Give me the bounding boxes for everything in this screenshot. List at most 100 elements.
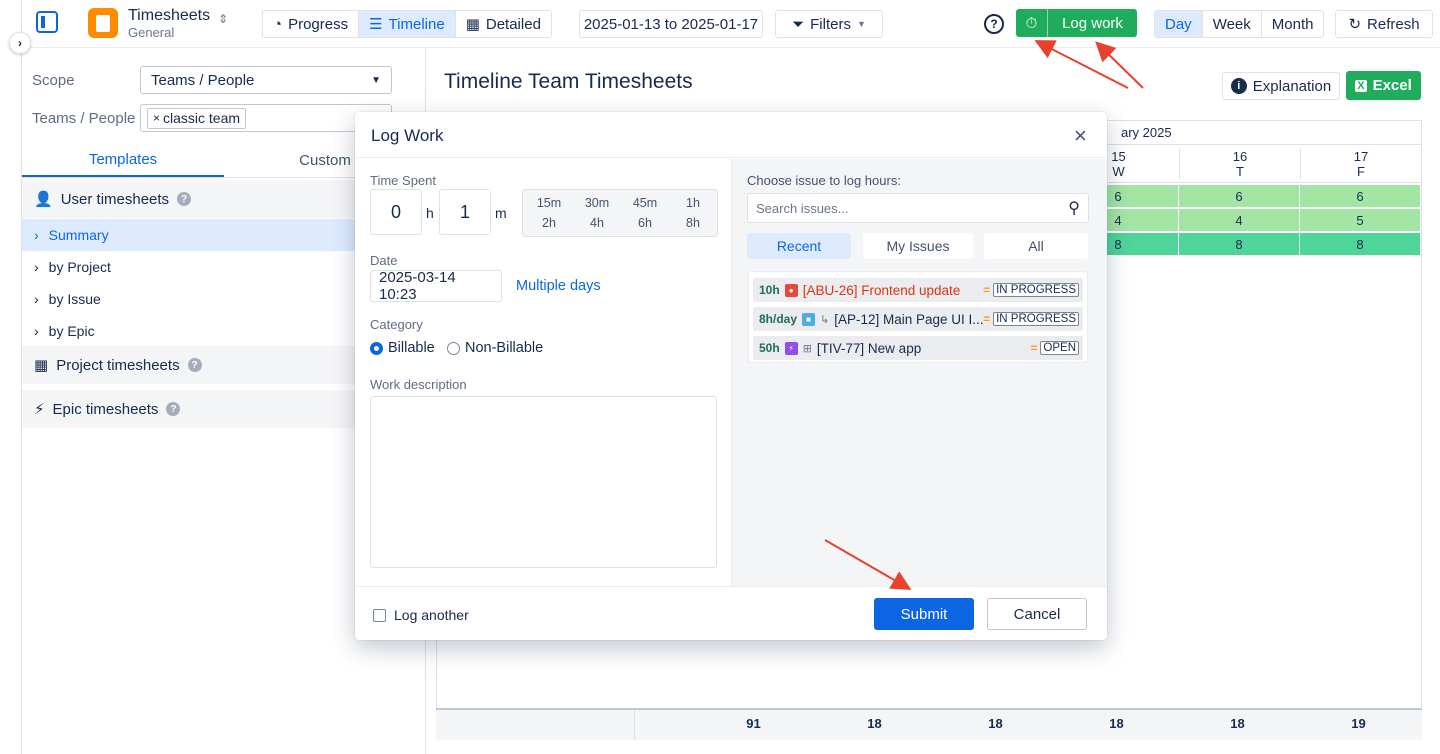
issue-search-input[interactable]: Search issues... ⚲	[747, 193, 1089, 223]
grid-cell[interactable]: 4	[1179, 209, 1299, 231]
close-icon[interactable]: ×	[1074, 123, 1087, 149]
description-textarea[interactable]	[370, 396, 717, 568]
category-label: Category	[370, 317, 423, 332]
non-billable-radio[interactable]: Non-Billable	[447, 340, 543, 356]
status-badge: OPEN	[1040, 341, 1079, 355]
user-icon: 👤	[34, 191, 53, 208]
minutes-input[interactable]: 1	[439, 189, 491, 235]
tab-progress[interactable]: ◔ Progress	[263, 11, 360, 37]
issue-list: 10h ● [ABU-26] Frontend update = IN PROGR…	[748, 271, 1088, 363]
preset-1h[interactable]: 1h	[669, 196, 717, 210]
time-presets: 15m 30m 45m 1h 2h 4h 6h 8h	[522, 189, 718, 237]
chevron-right-icon: ›	[34, 227, 39, 243]
dialog-header: Log Work ×	[355, 112, 1107, 158]
excel-export-button[interactable]: X Excel	[1346, 71, 1421, 100]
tab-detailed[interactable]: ▦ Detailed	[456, 11, 551, 37]
list-icon: ☰	[369, 16, 383, 33]
explanation-button[interactable]: i Explanation	[1222, 72, 1340, 100]
hierarchy-icon: ⊞	[802, 342, 812, 355]
date-input[interactable]: 2025-03-14 10:23	[370, 269, 502, 303]
help-icon[interactable]: ?	[177, 192, 192, 206]
day-header-17: 17 F	[1300, 149, 1421, 179]
app-logo-icon	[88, 8, 118, 38]
preset-4h[interactable]: 4h	[573, 216, 621, 230]
filters-button[interactable]: ⏷ Filters ▼	[775, 10, 883, 38]
list-item[interactable]: 50h ⚡ ⊞ [TIV-77] New app = OPEN	[753, 336, 1083, 360]
left-rail	[0, 0, 22, 754]
preset-30m[interactable]: 30m	[573, 196, 621, 210]
tab-all[interactable]: All	[984, 233, 1088, 259]
grid-cell[interactable]: 6	[1179, 185, 1299, 207]
tab-recent[interactable]: Recent	[747, 233, 851, 259]
app-title: Timesheets	[128, 7, 211, 24]
filter-icon: ⏷	[792, 15, 805, 33]
tab-my-issues[interactable]: My Issues	[863, 233, 973, 259]
total-cell: 19	[1351, 716, 1366, 731]
multiple-days-link[interactable]: Multiple days	[516, 278, 601, 294]
chevron-down-icon: ▼	[856, 19, 866, 29]
grid-icon: ▦	[465, 16, 480, 33]
preset-15m[interactable]: 15m	[525, 196, 573, 210]
preset-6h[interactable]: 6h	[621, 216, 669, 230]
preset-45m[interactable]: 45m	[621, 196, 669, 210]
radio-unchecked-icon	[447, 341, 460, 355]
grid-cell[interactable]: 8	[1300, 233, 1420, 255]
info-icon: i	[1230, 78, 1247, 94]
date-range-picker[interactable]: 2025-01-13 to 2025-01-17	[579, 10, 763, 38]
epic-icon: ⚡	[784, 341, 798, 355]
dialog-title: Log Work	[371, 126, 444, 145]
expand-sidebar-button[interactable]: ›	[9, 32, 31, 54]
help-icon[interactable]: ?	[187, 358, 202, 372]
sidebar-collapse-icon[interactable]	[36, 11, 58, 33]
priority-medium-icon: =	[1030, 341, 1038, 355]
billable-radio[interactable]: Billable	[370, 340, 435, 356]
help-icon[interactable]: ?	[166, 402, 181, 416]
period-day[interactable]: Day	[1155, 11, 1203, 37]
issue-picker: Choose issue to log hours: Search issues…	[731, 159, 1107, 586]
grid-cell[interactable]: 5	[1300, 209, 1420, 231]
preset-2h[interactable]: 2h	[525, 216, 573, 230]
search-icon: ⚲	[1068, 200, 1080, 217]
chevron-down-icon: ▼	[371, 74, 381, 86]
tab-timeline[interactable]: ☰ Timeline	[359, 11, 456, 37]
help-icon[interactable]: ?	[984, 14, 1004, 34]
hours-unit: h	[426, 205, 434, 221]
task-icon: ■	[802, 312, 816, 326]
grid-cell[interactable]: 6	[1300, 185, 1420, 207]
total-cell: 91	[746, 716, 761, 731]
remove-tag-icon[interactable]: ×	[153, 111, 160, 125]
period-week[interactable]: Week	[1203, 11, 1262, 37]
cancel-button[interactable]: Cancel	[987, 598, 1087, 630]
grid-cell[interactable]: 8	[1179, 233, 1299, 255]
refresh-icon: ↻	[1348, 16, 1362, 33]
lightning-icon: ⚡	[34, 401, 45, 418]
totals-row: 91 18 18 18 18 19	[436, 708, 1422, 740]
stopwatch-icon: ⏱	[1016, 9, 1048, 37]
scope-label: Scope	[32, 72, 75, 89]
time-spent-label: Time Spent	[370, 173, 436, 188]
scope-select[interactable]: Teams / People ▼	[140, 66, 392, 94]
log-another-checkbox[interactable]: Log another	[373, 607, 469, 623]
list-item[interactable]: 10h ● [ABU-26] Frontend update = IN PROGR…	[753, 278, 1083, 302]
radio-checked-icon	[370, 341, 383, 355]
status-badge: IN PROGRESS	[993, 312, 1079, 326]
minutes-unit: m	[495, 205, 507, 221]
dialog-footer: Log another Submit Cancel	[355, 586, 1107, 640]
choose-issue-label: Choose issue to log hours:	[747, 173, 901, 188]
preset-8h[interactable]: 8h	[669, 216, 717, 230]
submit-button[interactable]: Submit	[874, 598, 974, 630]
tab-templates[interactable]: Templates	[22, 144, 224, 177]
total-cell: 18	[1230, 716, 1245, 731]
app-subtitle: General	[128, 25, 175, 40]
refresh-button[interactable]: ↻ Refresh	[1335, 10, 1433, 38]
priority-medium-icon: =	[983, 312, 991, 326]
period-month[interactable]: Month	[1262, 11, 1324, 37]
app-switcher-chevron-icon[interactable]: ⇕	[218, 12, 228, 26]
chevron-right-icon: ›	[18, 36, 22, 50]
list-item[interactable]: 8h/day ■ ↳ [AP-12] Main Page UI I... = IN…	[753, 307, 1083, 331]
view-switcher: ◔ Progress ☰ Timeline ▦ Detailed	[262, 10, 552, 38]
log-work-button[interactable]: ⏱ Log work	[1016, 9, 1137, 37]
hours-input[interactable]: 0	[370, 189, 422, 235]
checkbox-icon	[373, 608, 386, 622]
day-header-16: 16 T	[1179, 149, 1300, 179]
